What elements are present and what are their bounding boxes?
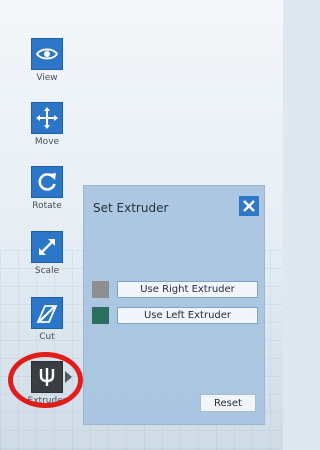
close-button[interactable] bbox=[239, 196, 259, 216]
tool-cut[interactable]: Cut bbox=[25, 297, 69, 342]
rotate-icon bbox=[38, 173, 56, 191]
extruder-highlight-circle bbox=[8, 352, 83, 408]
right-extruder-row: Use Right Extruder bbox=[92, 281, 258, 298]
right-extruder-color-swatch bbox=[92, 281, 109, 298]
left-extruder-row: Use Left Extruder bbox=[92, 307, 258, 324]
set-extruder-panel: Set Extruder Use Right Extruder Use Left… bbox=[83, 185, 265, 425]
left-extruder-color-swatch bbox=[92, 307, 109, 324]
scale-icon bbox=[39, 239, 55, 255]
tool-view[interactable]: View bbox=[25, 38, 69, 83]
view-label: View bbox=[36, 73, 58, 83]
scale-button[interactable] bbox=[31, 231, 63, 263]
rotate-button[interactable] bbox=[31, 166, 63, 198]
tool-rotate[interactable]: Rotate bbox=[25, 166, 69, 211]
cut-icon bbox=[36, 305, 58, 323]
view-button[interactable] bbox=[31, 38, 63, 70]
move-button[interactable] bbox=[31, 102, 63, 134]
eye-icon bbox=[36, 48, 58, 60]
tool-scale[interactable]: Scale bbox=[25, 231, 69, 276]
move-label: Move bbox=[34, 137, 60, 147]
panel-title: Set Extruder bbox=[93, 201, 169, 215]
close-icon bbox=[243, 200, 255, 212]
cut-button[interactable] bbox=[31, 297, 63, 329]
scale-label: Scale bbox=[34, 266, 60, 276]
use-left-extruder-button[interactable]: Use Left Extruder bbox=[117, 307, 258, 324]
tool-move[interactable]: Move bbox=[25, 102, 69, 147]
rotate-label: Rotate bbox=[32, 201, 62, 211]
use-right-extruder-button[interactable]: Use Right Extruder bbox=[117, 281, 258, 298]
cut-label: Cut bbox=[39, 332, 55, 342]
reset-button[interactable]: Reset bbox=[200, 394, 256, 412]
move-arrows-icon bbox=[36, 107, 58, 129]
